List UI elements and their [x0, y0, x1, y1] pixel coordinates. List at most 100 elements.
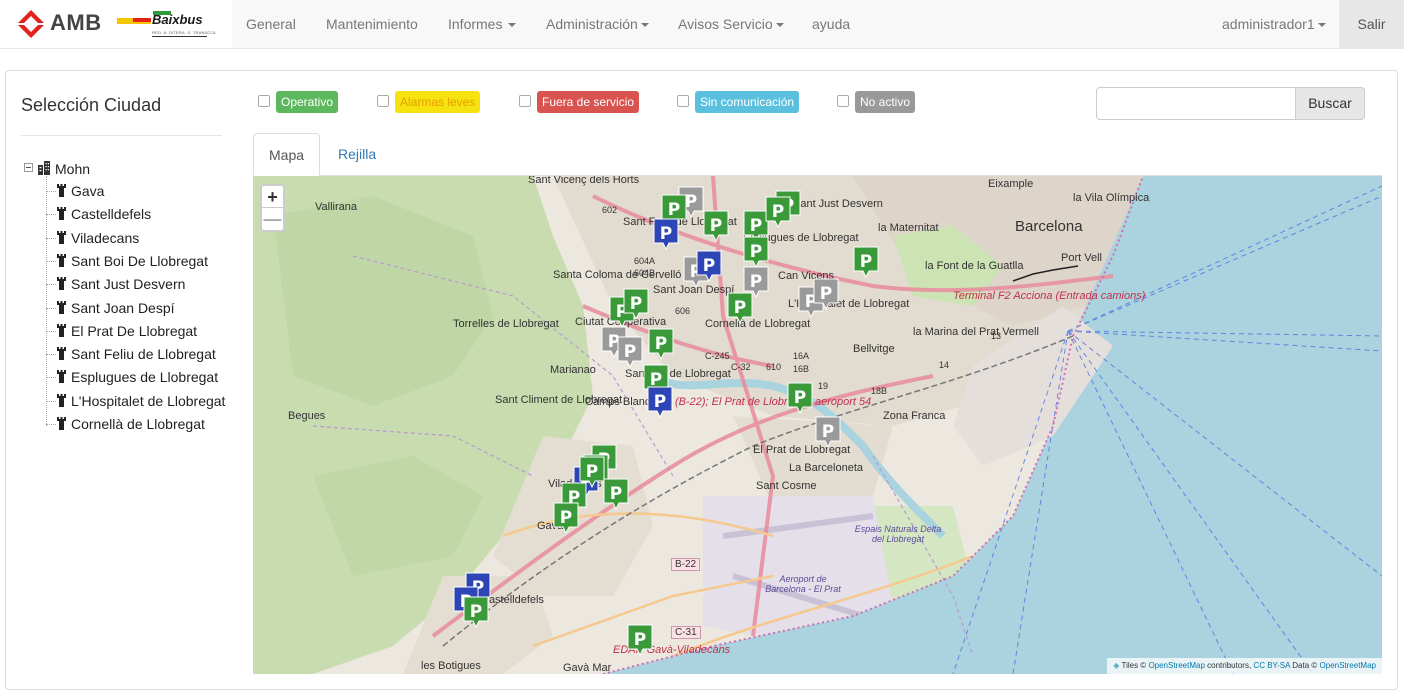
- parking-marker-icon[interactable]: P: [696, 250, 722, 283]
- parking-marker-icon[interactable]: P: [653, 218, 679, 251]
- tab-rejilla[interactable]: Rejilla: [323, 133, 391, 176]
- svg-text:P: P: [586, 462, 598, 482]
- tree-connector: [46, 354, 56, 356]
- map-attribution: ◆ Tiles © OpenStreetMap contributors, CC…: [1107, 658, 1382, 674]
- map-label: 606: [675, 306, 691, 316]
- filter-checkbox[interactable]: [519, 95, 531, 107]
- collapse-toggle-icon[interactable]: [24, 163, 33, 172]
- parking-marker-icon[interactable]: P: [617, 336, 643, 369]
- map-label: 14: [939, 360, 950, 370]
- svg-text:P: P: [860, 252, 872, 272]
- map-label: 18B: [871, 386, 888, 396]
- tree-node-label: Sant Feliu de Llobregat: [71, 346, 216, 363]
- nav-avisos-servicio[interactable]: Avisos Servicio: [678, 0, 784, 48]
- map-label: 604B: [634, 268, 656, 278]
- map-label: Sant Climent de Llobregat: [495, 394, 623, 406]
- tree-connector: [46, 330, 56, 332]
- osm-link[interactable]: OpenStreetMap: [1148, 661, 1204, 670]
- status-badge-fuera-de-servicio: Fuera de servicio: [537, 91, 640, 113]
- svg-text:P: P: [750, 272, 762, 292]
- tree-node-city[interactable]: Gava: [46, 180, 226, 203]
- filter-checkbox[interactable]: [258, 95, 270, 107]
- amb-logo-icon: [18, 10, 44, 38]
- svg-text:P: P: [560, 508, 572, 528]
- map-label: Gavà Mar: [563, 662, 612, 674]
- map-label: Sant Just Desvern: [793, 198, 883, 210]
- user-menu[interactable]: administrador1: [1222, 0, 1326, 48]
- parking-marker-icon[interactable]: P: [463, 596, 489, 629]
- tree-root-mohn[interactable]: Mohn: [22, 156, 222, 180]
- zoom-out-button[interactable]: —: [262, 208, 283, 230]
- map-label: C-245: [705, 351, 730, 361]
- tree-node-city[interactable]: El Prat De Llobregat: [46, 320, 226, 343]
- tree-node-city[interactable]: Sant Joan Despí: [46, 297, 226, 320]
- filter-checkbox[interactable]: [677, 95, 689, 107]
- tree-node-label: Castelldefels: [71, 206, 152, 223]
- tower-icon: [57, 417, 66, 430]
- parking-marker-icon[interactable]: P: [623, 288, 649, 321]
- parking-marker-icon[interactable]: P: [579, 456, 605, 489]
- sidebar-divider: [21, 135, 222, 136]
- map-label: Sant Boi de Llobregat: [625, 368, 731, 380]
- tree-node-city[interactable]: Sant Just Desvern: [46, 273, 226, 296]
- parking-marker-icon[interactable]: P: [815, 416, 841, 449]
- svg-text:P: P: [610, 484, 622, 504]
- tree-node-city[interactable]: Castelldefels: [46, 203, 226, 226]
- map-label: Zona Franca: [883, 410, 946, 422]
- tower-icon: [57, 253, 66, 267]
- osm-data-link[interactable]: OpenStreetMap: [1320, 661, 1376, 670]
- parking-marker-icon[interactable]: P: [765, 196, 791, 229]
- logout-button[interactable]: Salir: [1339, 0, 1404, 48]
- tower-icon: [57, 230, 66, 244]
- tower-icon: [57, 323, 66, 337]
- map-label: 16A: [793, 351, 810, 361]
- tree-node-label: Cornellà de Llobregat: [71, 416, 205, 432]
- filter-checkbox[interactable]: [377, 95, 389, 107]
- status-badge-sin-comunicacion: Sin comunicación: [695, 91, 800, 113]
- nav-informes[interactable]: Informes: [448, 0, 517, 48]
- tab-mapa[interactable]: Mapa: [253, 133, 321, 176]
- map-label: C-31: [671, 626, 701, 639]
- parking-marker-icon[interactable]: P: [853, 246, 879, 279]
- map-label: 19: [818, 381, 829, 391]
- nav-ayuda[interactable]: ayuda: [812, 0, 850, 48]
- map-view[interactable]: Sant Vicenç dels Horts Sant Feliu de Llob…: [253, 176, 1382, 674]
- svg-text:P: P: [703, 256, 715, 276]
- tree-node-city[interactable]: Sant Feliu de Llobregat: [46, 343, 226, 366]
- nav-general[interactable]: General: [246, 0, 296, 48]
- parking-marker-icon[interactable]: P: [553, 502, 579, 535]
- search-input[interactable]: [1096, 87, 1296, 120]
- filter-checkbox[interactable]: [837, 95, 849, 107]
- parking-marker-icon[interactable]: P: [647, 386, 673, 419]
- nav-administracion[interactable]: Administración: [546, 0, 649, 48]
- status-badge-operativo: Operativo: [276, 91, 339, 113]
- parking-marker-icon[interactable]: P: [813, 278, 839, 311]
- tree-node-city[interactable]: Viladecans: [46, 227, 226, 250]
- tree-node-label: L'Hospitalet de Llobregat: [71, 392, 226, 409]
- svg-text:P: P: [794, 388, 806, 408]
- svg-text:P: P: [734, 298, 746, 318]
- parking-marker-icon[interactable]: P: [648, 328, 674, 361]
- tree-node-city[interactable]: L'Hospitalet de Llobregat: [46, 390, 226, 413]
- map-label: Begues: [288, 410, 326, 422]
- caret-down-icon: [640, 23, 649, 28]
- tree-connector: [46, 191, 56, 192]
- zoom-in-button[interactable]: +: [262, 186, 283, 208]
- parking-marker-icon[interactable]: P: [627, 624, 653, 657]
- brand[interactable]: AMB Baixbus RED. A. DITERA. S. TRANSCOL: [0, 0, 232, 48]
- nav-mantenimiento[interactable]: Mantenimiento: [326, 0, 418, 48]
- tree-connector: [46, 400, 56, 402]
- tree-connector: [46, 260, 56, 262]
- tree-node-city[interactable]: Esplugues de Llobregat: [46, 366, 226, 389]
- tree-node-city[interactable]: Sant Boi De Llobregat: [46, 250, 226, 273]
- parking-marker-icon[interactable]: P: [743, 236, 769, 269]
- parking-marker-icon[interactable]: P: [703, 210, 729, 243]
- search-button[interactable]: Buscar: [1296, 87, 1365, 120]
- map-label: Marianao: [550, 364, 596, 376]
- parking-marker-icon[interactable]: P: [603, 478, 629, 511]
- license-link[interactable]: CC BY-SA: [1253, 661, 1290, 670]
- parking-marker-icon[interactable]: P: [727, 292, 753, 325]
- parking-marker-icon[interactable]: P: [787, 382, 813, 415]
- tree-node-label: Esplugues de Llobregat: [71, 369, 219, 386]
- tree-node-city[interactable]: Cornellà de Llobregat: [46, 413, 226, 436]
